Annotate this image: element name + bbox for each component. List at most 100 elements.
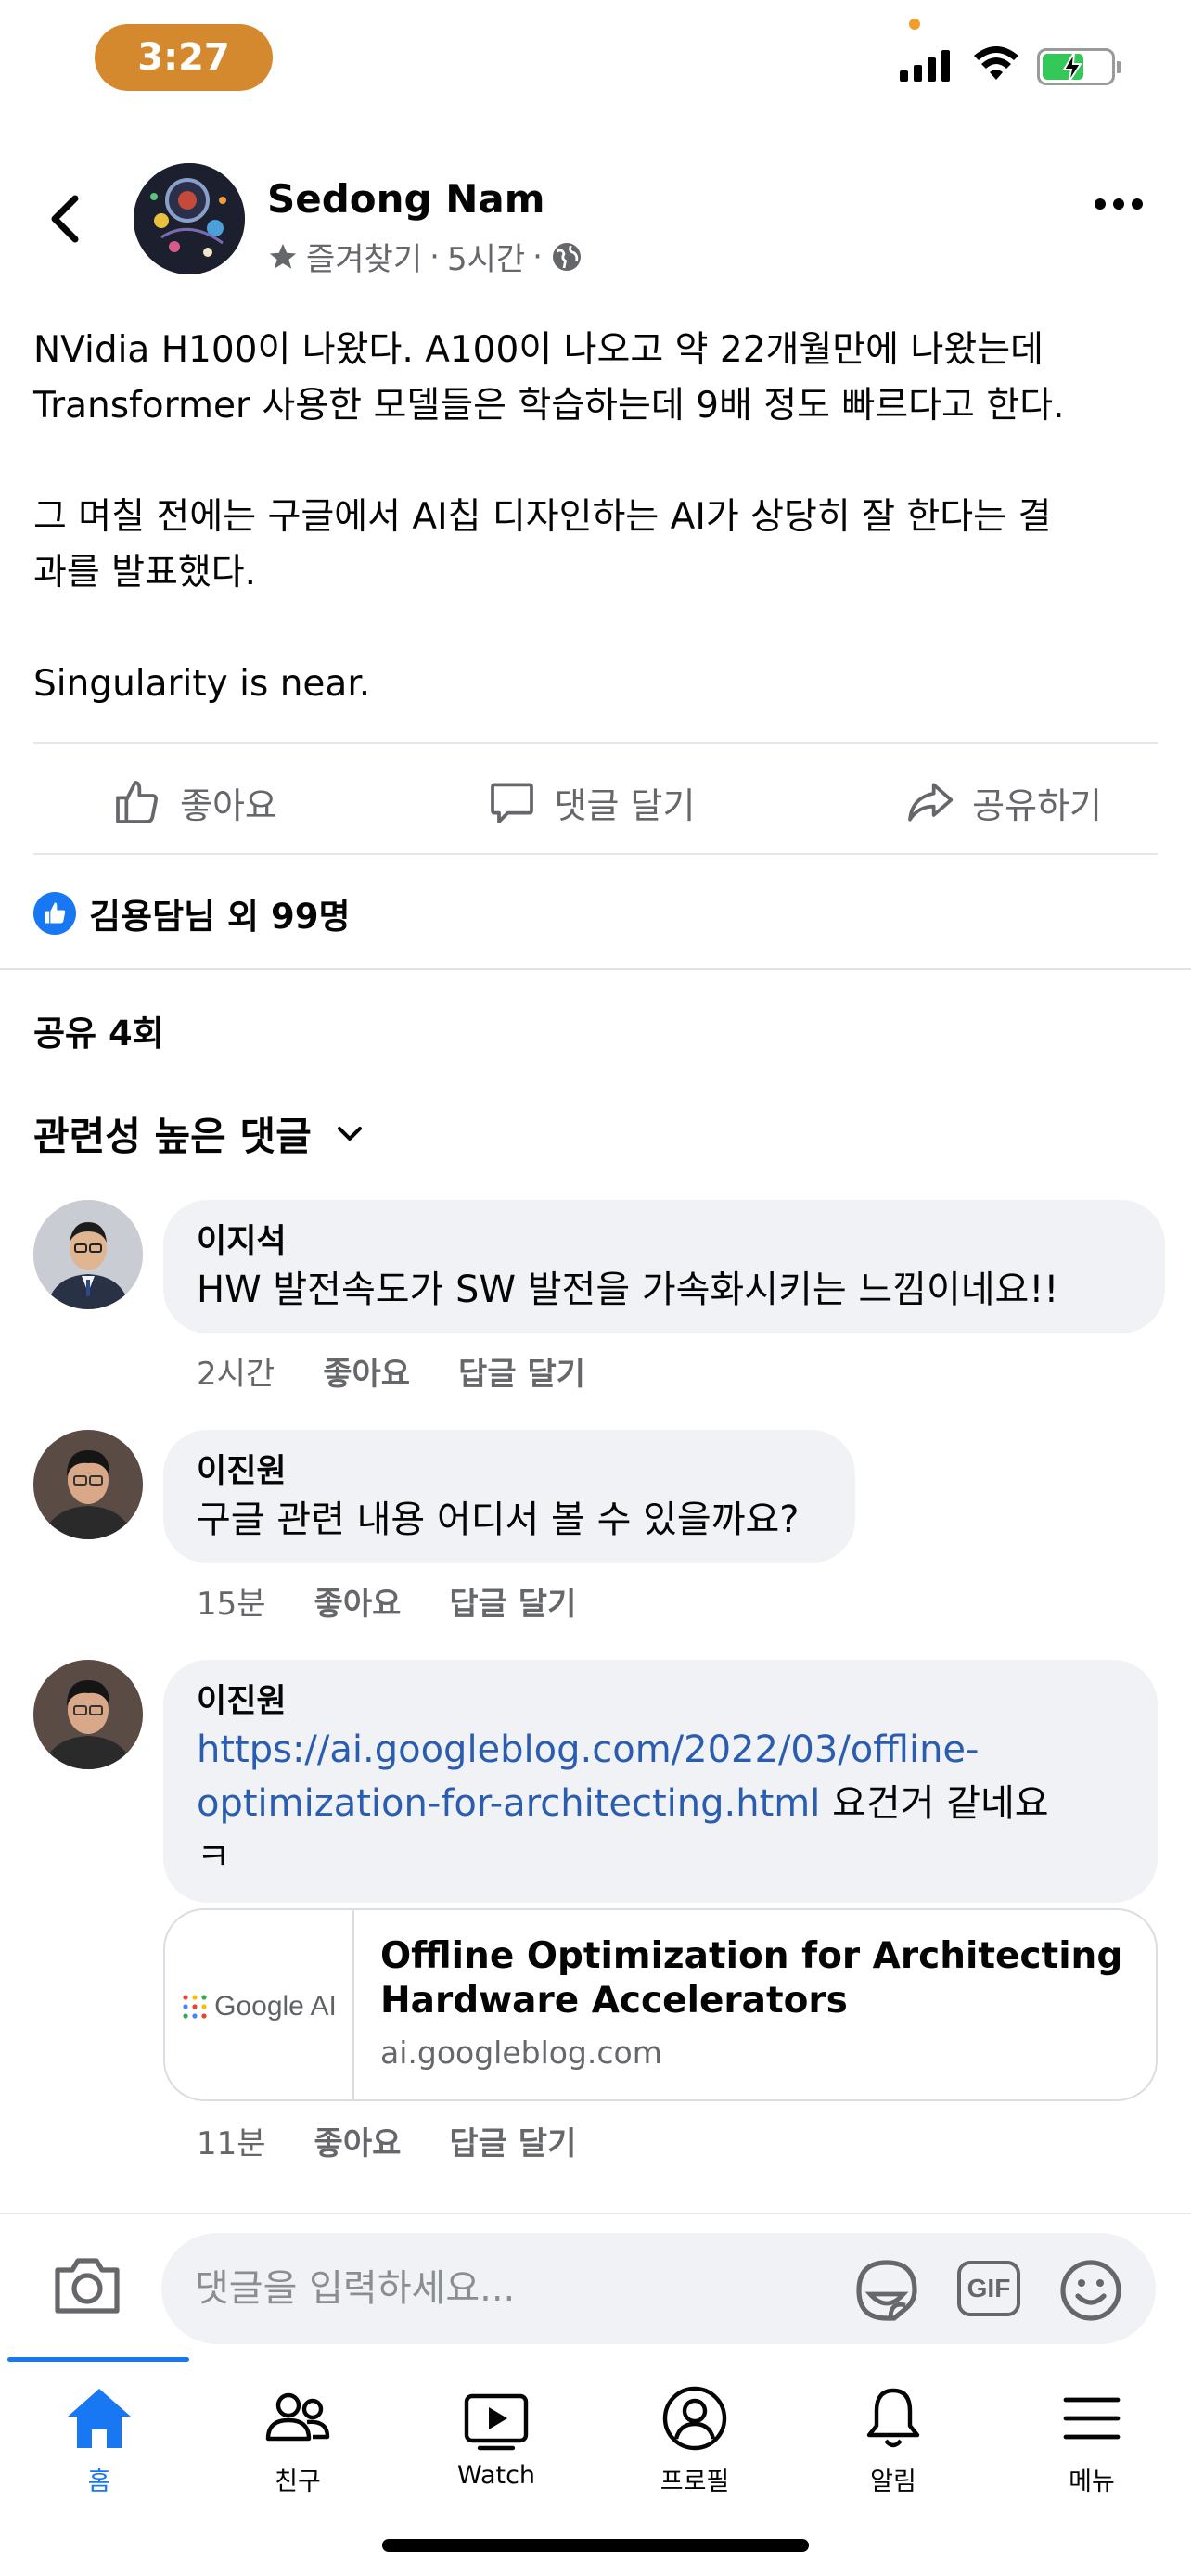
sticker-icon [856,2260,917,2321]
commenter-avatar[interactable] [33,1430,143,1539]
comment-filter-label: 관련성 높은 댓글 [33,1114,312,1159]
active-tab-indicator [7,2357,189,2362]
tab-friends[interactable]: 친구 [198,2363,397,2502]
comment-text: 구글 관련 내용 어디서 볼 수 있을까요? [197,1498,800,1541]
link-thumb-text: Google AI [214,1991,337,2021]
tab-label: 메뉴 [1069,2468,1115,2496]
home-icon [68,2389,131,2448]
chevron-left-icon [51,195,79,243]
comment-actions: 2시간 좋아요 답글 달기 [197,1348,585,1394]
like-reaction-icon [33,892,76,935]
home-indicator [382,2539,809,2552]
like-button[interactable]: 좋아요 [33,776,355,828]
commenter-name[interactable]: 이지석 [197,1220,1132,1263]
tab-label: 프로필 [660,2468,730,2496]
comment-reply-button[interactable]: 답글 달기 [449,2118,576,2163]
reactions-text: 김용담님 외 99명 [89,897,351,937]
google-ai-logo-icon [183,1995,207,2019]
camera-button[interactable] [52,2253,122,2322]
comment-bubble[interactable]: 이진원 구글 관련 내용 어디서 볼 수 있을까요? [163,1430,855,1563]
post-time[interactable]: 5시간 [447,234,525,279]
link-preview-domain: ai.googleblog.com [380,2034,662,2071]
back-button[interactable] [37,185,93,252]
post-body: NVidia H100이 나왔다. A100이 나오고 약 22개월만에 나왔는… [33,323,1165,712]
comment-like-button[interactable]: 좋아요 [323,1348,410,1394]
friends-icon [265,2392,330,2442]
camera-icon [55,2258,120,2314]
star-icon [269,243,297,269]
tab-label: Watch [456,2461,536,2490]
comment-like-button[interactable]: 좋아요 [314,1578,402,1624]
cellular-signal-icon [900,48,950,82]
commenter-avatar[interactable] [33,1660,143,1769]
commenter-avatar[interactable] [33,1200,143,1309]
tab-menu[interactable]: 메뉴 [992,2363,1191,2502]
tab-label: 친구 [275,2468,321,2496]
post-paragraph: Singularity is near. [33,663,371,705]
privacy-indicator-dot [909,19,920,30]
comment-reply-button[interactable]: 답글 달기 [458,1348,585,1394]
tab-label: 홈 [87,2468,111,2496]
comment-actions: 11분 좋아요 답글 달기 [197,2118,576,2163]
commenter-name[interactable]: 이진원 [197,1450,822,1493]
meta-separator: · [429,237,440,275]
comment-reply-button[interactable]: 답글 달기 [449,1578,576,1624]
meta-separator: · [532,237,543,275]
comment-link[interactable]: https://ai.googleblog.com/2022/03/offlin… [197,1728,979,1771]
comment-bubble[interactable]: 이진원 https://ai.googleblog.com/2022/03/of… [163,1660,1158,1903]
emoji-icon [1060,2260,1121,2321]
chevron-down-icon [337,1126,362,1141]
comment-like-button[interactable]: 좋아요 [314,2118,402,2163]
comment-text-tail: ㅋ [197,1836,231,1879]
profile-icon [662,2386,727,2451]
status-time[interactable]: 3:27 [95,24,273,91]
author-name[interactable]: Sedong Nam [267,176,545,222]
reactions-summary[interactable]: 김용담님 외 99명 [33,888,351,938]
tab-watch[interactable]: Watch [397,2363,596,2502]
divider [33,742,1158,744]
wifi-icon [974,46,1018,80]
comment-filter-dropdown[interactable]: 관련성 높은 댓글 [33,1105,364,1162]
tab-label: 알림 [870,2468,916,2496]
author-avatar[interactable] [134,163,245,274]
shares-count[interactable]: 공유 4회 [33,1005,164,1055]
menu-icon [1063,2397,1121,2440]
like-label: 좋아요 [180,784,277,826]
thumbs-up-icon [116,781,158,823]
more-options-button[interactable] [1095,198,1143,210]
comment-text: https://ai.googleblog.com/2022/03/offlin… [197,1723,1124,1884]
post-paragraph: NVidia H100이 나왔다. A100이 나오고 약 22개월만에 나왔는… [33,329,1065,427]
comment-composer: GIF [0,2213,1191,2361]
tab-home[interactable]: 홈 [0,2363,198,2502]
commenter-name[interactable]: 이진원 [197,1680,1124,1723]
status-bar: 3:27 [0,0,1191,130]
comment-bubble[interactable]: 이지석 HW 발전속도가 SW 발전을 가속화시키는 느낌이네요!! [163,1200,1165,1333]
comment-time: 2시간 [197,1356,275,1393]
comment-icon [490,783,533,823]
share-label: 공유하기 [972,784,1102,826]
bell-icon [866,2388,920,2448]
link-preview-thumbnail: Google AI [165,1910,354,2099]
comment-link[interactable]: optimization-for-architecting.html [197,1782,820,1825]
post-paragraph: 그 며칠 전에는 구글에서 AI칩 디자인하는 AI가 상당히 잘 한다는 결 … [33,496,1052,593]
sticker-button[interactable] [853,2257,920,2327]
comment-button[interactable]: 댓글 달기 [408,776,774,828]
share-button[interactable]: 공유하기 [826,776,1158,828]
tab-notifications[interactable]: 알림 [794,2363,992,2502]
comment-label: 댓글 달기 [554,784,696,826]
post-actions: 좋아요 댓글 달기 공유하기 [33,760,1158,844]
favorites-label: 즐겨찾기 [306,241,423,278]
post-meta: 즐겨찾기 · 5시간 · [267,234,583,279]
link-preview-title: Offline Optimization for Architecting Ha… [380,1935,1123,2021]
link-preview-card[interactable]: Google AI Offline Optimization for Archi… [163,1908,1158,2101]
battery-icon [1037,48,1121,85]
bottom-tab-bar: 홈 친구 Watch 프로필 알림 메뉴 [0,2363,1191,2502]
emoji-button[interactable] [1057,2257,1124,2327]
comment-text-tail: 요건거 같네요 [820,1782,1049,1825]
gif-button[interactable]: GIF [957,2261,1020,2316]
comment-actions: 15분 좋아요 답글 달기 [197,1578,576,1624]
tab-profile[interactable]: 프로필 [596,2363,794,2502]
watch-icon [464,2393,529,2451]
comment-time: 15분 [197,1586,266,1623]
comment-input[interactable] [195,2261,788,2316]
